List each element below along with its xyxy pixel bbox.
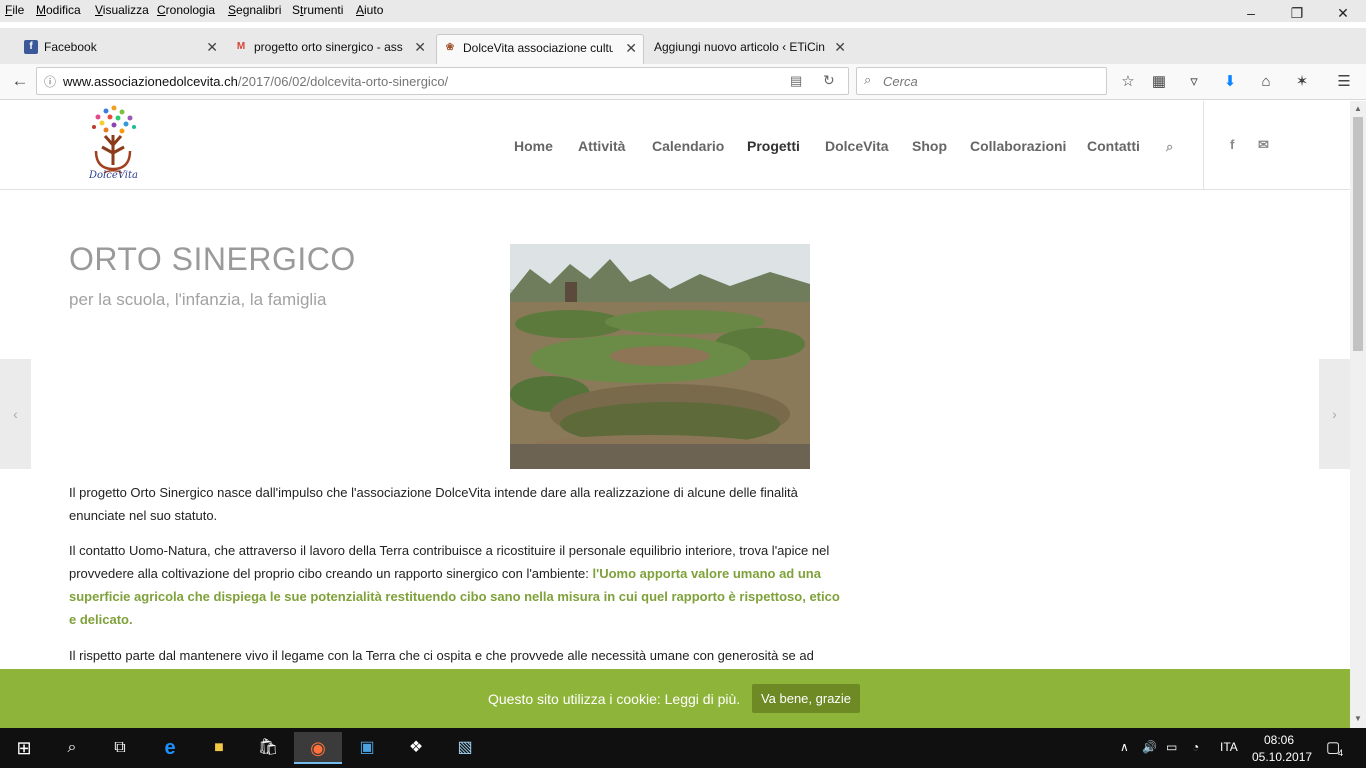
search-bar[interactable]: ⌕ Cerca <box>856 67 1107 95</box>
dolcevita-logo[interactable]: DolceVita <box>86 103 142 189</box>
menu-visualizza[interactable]: Visualizza <box>95 3 149 17</box>
tab-title: progetto orto sinergico - ass <box>254 40 403 54</box>
tab-eticinforma[interactable]: Aggiungi nuovo articolo ‹ ETiCin ✕ <box>646 34 852 64</box>
scroll-down-arrow-icon[interactable]: ▼ <box>1354 714 1362 723</box>
web-page: DolceVita Home Attività Calendario Proge… <box>0 101 1350 728</box>
facebook-social-icon[interactable]: f <box>1230 137 1234 152</box>
logo-text: DolceVita <box>89 170 138 181</box>
vertical-scrollbar[interactable]: ▲ ▼ <box>1350 101 1366 728</box>
close-tab-icon[interactable]: ✕ <box>414 34 426 60</box>
nav-contatti[interactable]: Contatti <box>1087 138 1140 154</box>
article-subtitle: per la scuola, l'infanzia, la famiglia <box>69 290 327 309</box>
header-divider <box>1203 101 1204 189</box>
edge-browser-icon[interactable]: e <box>146 732 194 764</box>
hamburger-menu-icon[interactable]: ☰ <box>1334 72 1354 92</box>
back-arrow-icon[interactable]: ← <box>10 71 30 91</box>
home-icon[interactable]: ⌂ <box>1256 72 1276 92</box>
cookie-banner: Questo sito utilizza i cookie: Leggi di … <box>0 669 1350 728</box>
cookie-accept-button[interactable]: Va bene, grazie <box>752 684 860 713</box>
task-view-icon[interactable]: ⧉ <box>96 732 144 764</box>
tab-title: Facebook <box>44 40 97 54</box>
system-tray: ∧ 🔊 ▭ ◔ ITA 08:06 05.10.2017 ▢ 4 <box>1110 728 1366 768</box>
firefox-icon[interactable]: ◉ <box>294 732 342 764</box>
gmail-icon: M <box>236 41 246 52</box>
mail-social-icon[interactable]: ✉ <box>1258 137 1269 153</box>
tab-title: DolceVita associazione cultu <box>463 41 613 55</box>
next-post-arrow-icon[interactable]: › <box>1319 359 1350 469</box>
scroll-up-arrow-icon[interactable]: ▲ <box>1354 104 1362 113</box>
paragraph-2: Il contatto Uomo-Natura, che attraverso … <box>69 539 849 631</box>
language-indicator[interactable]: ITA <box>1220 740 1238 754</box>
prev-post-arrow-icon[interactable]: ‹ <box>0 359 31 469</box>
cookie-message[interactable]: Questo sito utilizza i cookie: Leggi di … <box>488 691 740 707</box>
clock-date[interactable]: 05.10.2017 <box>1252 750 1312 764</box>
nav-collaborazioni[interactable]: Collaborazioni <box>970 138 1066 154</box>
volume-icon[interactable]: 🔊 <box>1142 740 1157 754</box>
article-title: ORTO SINERGICO <box>69 241 356 277</box>
close-tab-icon[interactable]: ✕ <box>206 34 218 60</box>
nav-progetti[interactable]: Progetti <box>747 138 800 154</box>
windows-start-icon[interactable]: ⊞ <box>0 732 48 764</box>
search-icon: ⌕ <box>864 72 872 87</box>
paragraph-3: Il rispetto parte dal mantenere vivo il … <box>69 648 814 663</box>
downloads-icon[interactable]: ⬇ <box>1220 72 1240 92</box>
scrollbar-thumb[interactable] <box>1353 117 1363 351</box>
info-icon[interactable]: ⓘ <box>44 73 56 90</box>
menu-aiuto[interactable]: Aiuto <box>356 3 383 17</box>
dropbox-icon[interactable]: ❖ <box>392 732 440 764</box>
menu-strumenti[interactable]: Strumenti <box>292 3 343 17</box>
garden-photo <box>510 244 810 469</box>
tab-title: Aggiungi nuovo articolo ‹ ETiCin <box>654 40 825 54</box>
restore-icon[interactable]: ❐ <box>1274 2 1320 24</box>
menu-modifica[interactable]: Modifica <box>36 3 81 17</box>
minimize-icon[interactable]: – <box>1228 2 1274 24</box>
app-window-icon[interactable]: ▣ <box>343 732 391 764</box>
file-explorer-icon[interactable]: ■ <box>195 732 243 764</box>
paragraph-1: Il progetto Orto Sinergico nasce dall'im… <box>69 485 798 523</box>
show-hidden-icons-icon[interactable]: ∧ <box>1120 740 1129 754</box>
tab-strip: f Facebook ✕ M progetto orto sinergico -… <box>0 28 1366 84</box>
address-bar[interactable]: ⓘ www.associazionedolcevita.ch/2017/06/0… <box>36 67 849 95</box>
menu-file[interactable]: File <box>5 3 24 17</box>
reload-icon[interactable]: ↻ <box>823 72 835 89</box>
wifi-icon[interactable]: ◔ <box>1192 740 1199 754</box>
close-window-icon[interactable]: ✕ <box>1320 2 1366 24</box>
extension-icon[interactable]: ✶ <box>1292 72 1312 92</box>
bookmarks-list-icon[interactable]: ▦ <box>1149 72 1169 92</box>
nav-toolbar: ← ⓘ www.associazionedolcevita.ch/2017/06… <box>0 64 1366 100</box>
menu-cronologia[interactable]: Cronologia <box>157 3 215 17</box>
notification-count: 4 <box>1338 748 1344 758</box>
pocket-icon[interactable]: ▿ <box>1184 72 1204 92</box>
reader-view-icon[interactable]: ▤ <box>790 73 802 89</box>
nav-attivita[interactable]: Attività <box>578 138 625 154</box>
store-icon[interactable]: 🛍 <box>244 732 292 764</box>
nav-shop[interactable]: Shop <box>912 138 947 154</box>
clock-time[interactable]: 08:06 <box>1264 733 1294 747</box>
tab-dolcevita[interactable]: ❀ DolceVita associazione cultu ✕ <box>436 34 644 64</box>
tab-gmail[interactable]: M progetto orto sinergico - ass ✕ <box>228 34 432 64</box>
site-header: DolceVita Home Attività Calendario Proge… <box>0 101 1350 190</box>
menu-segnalibri[interactable]: Segnalibri <box>228 3 281 17</box>
bookmark-star-icon[interactable]: ☆ <box>1118 72 1138 92</box>
notepad-icon[interactable]: ▧ <box>441 732 489 764</box>
windows-taskbar: ⊞ ⌕ ⧉ e ■ 🛍 ◉ ▣ ❖ ▧ ∧ 🔊 ▭ ◔ ITA 08:06 05… <box>0 728 1366 768</box>
tab-facebook[interactable]: f Facebook ✕ <box>18 34 224 64</box>
facebook-icon: f <box>24 40 38 54</box>
nav-calendario[interactable]: Calendario <box>652 138 724 154</box>
menu-bar: File Modifica Visualizza Cronologia Segn… <box>0 0 1366 22</box>
battery-icon[interactable]: ▭ <box>1166 740 1177 754</box>
dolcevita-icon: ❀ <box>445 42 455 53</box>
close-tab-icon[interactable]: ✕ <box>834 34 846 60</box>
nav-dolcevita[interactable]: DolceVita <box>825 138 889 154</box>
nav-home[interactable]: Home <box>514 138 553 154</box>
close-tab-icon[interactable]: ✕ <box>625 35 637 61</box>
search-taskbar-icon[interactable]: ⌕ <box>48 732 96 764</box>
site-search-icon[interactable]: ⌕ <box>1166 139 1173 155</box>
url-text: www.associazionedolcevita.ch/2017/06/02/… <box>63 74 449 89</box>
search-placeholder: Cerca <box>883 74 918 89</box>
